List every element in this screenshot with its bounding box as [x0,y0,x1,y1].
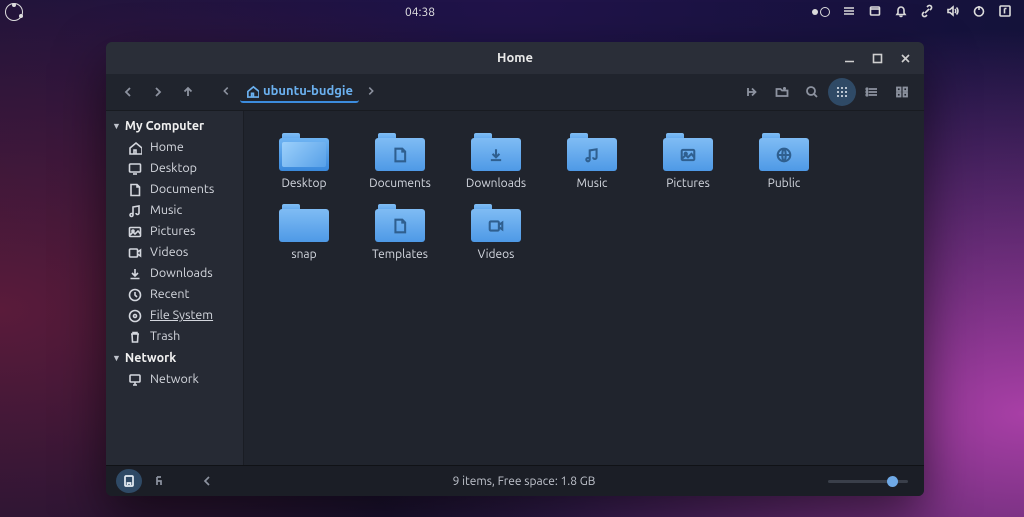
new-folder-button[interactable] [768,78,796,106]
sidebar: ▼My Computer HomeDesktopDocumentsMusicPi… [106,111,244,465]
folder-icon [567,133,617,171]
statusbar: 9 items, Free space: 1.8 GB [106,465,924,496]
folder-videos[interactable]: Videos [448,200,544,265]
sidebar-item-trash[interactable]: Trash [106,326,243,347]
network-icon [128,373,142,387]
maximize-button[interactable] [864,47,890,69]
folder-label: Music [577,177,608,190]
hide-sidebar-button[interactable] [194,469,220,493]
folder-icon [279,204,329,242]
zoom-slider[interactable] [828,480,908,483]
power-icon[interactable] [972,4,986,21]
file-manager-window: Home ubuntu-budgie ▼My Computer [106,42,924,496]
folder-icon [471,133,521,171]
sidebar-item-pictures[interactable]: Pictures [106,221,243,242]
network-indicator-icon[interactable] [920,4,934,21]
home-icon [246,85,259,98]
show-tree-button[interactable] [148,469,174,493]
view-compact-button[interactable] [888,78,916,106]
close-button[interactable] [892,47,918,69]
folder-label: Downloads [466,177,526,190]
sidebar-item-file-system[interactable]: File System [106,305,243,326]
video-icon [128,246,142,260]
folder-icon [663,133,713,171]
budgie-logo-icon [5,3,23,21]
folder-label: Documents [369,177,431,190]
music-icon [128,204,142,218]
disk-icon [128,309,142,323]
nav-forward-button[interactable] [144,78,172,106]
folder-grid[interactable]: Desktop Documents Downloads Music Pictures Pu… [244,111,924,465]
folder-music[interactable]: Music [544,129,640,194]
breadcrumb-prev-icon[interactable] [216,85,236,100]
files-indicator-icon[interactable] [868,4,882,21]
doc-icon [128,183,142,197]
sidebar-item-documents[interactable]: Documents [106,179,243,200]
nav-up-button[interactable] [174,78,202,106]
trash-icon [128,330,142,344]
caret-down-icon: ▼ [112,121,121,131]
folder-icon [759,133,809,171]
breadcrumb-label: ubuntu-budgie [263,84,353,98]
minimize-button[interactable] [836,47,862,69]
folder-label: snap [291,248,316,261]
sidebar-item-network[interactable]: Network [106,369,243,390]
notifications-icon[interactable] [894,4,908,21]
zoom-thumb[interactable] [887,476,898,487]
folder-desktop[interactable]: Desktop [256,129,352,194]
view-list-button[interactable] [858,78,886,106]
status-text: 9 items, Free space: 1.8 GB [226,475,822,488]
folder-icon [375,204,425,242]
sidebar-item-downloads[interactable]: Downloads [106,263,243,284]
volume-icon[interactable] [946,4,960,21]
sidebar-item-recent[interactable]: Recent [106,284,243,305]
download-icon [128,267,142,281]
toolbar: ubuntu-budgie [106,74,924,111]
titlebar[interactable]: Home [106,42,924,74]
view-icons-button[interactable] [828,78,856,106]
breadcrumb-segment-home[interactable]: ubuntu-budgie [240,81,359,103]
folder-label: Templates [372,248,428,261]
folder-icon [471,204,521,242]
nav-back-button[interactable] [114,78,142,106]
desktop-icon [128,162,142,176]
clock[interactable]: 04:38 [28,6,812,19]
sidebar-item-desktop[interactable]: Desktop [106,158,243,179]
search-button[interactable] [798,78,826,106]
session-icon[interactable] [998,4,1012,21]
folder-documents[interactable]: Documents [352,129,448,194]
sidebar-section-network[interactable]: ▼Network [106,347,243,369]
folder-templates[interactable]: Templates [352,200,448,265]
record-indicator-icon[interactable] [812,6,830,19]
folder-label: Desktop [281,177,326,190]
folder-label: Videos [478,248,515,261]
sidebar-item-home[interactable]: Home [106,137,243,158]
folder-icon [279,133,329,171]
pictures-icon [128,225,142,239]
sidebar-item-music[interactable]: Music [106,200,243,221]
window-title: Home [497,51,533,65]
sidebar-item-videos[interactable]: Videos [106,242,243,263]
folder-label: Pictures [666,177,710,190]
recent-icon [128,288,142,302]
sidebar-section-computer[interactable]: ▼My Computer [106,115,243,137]
caret-down-icon: ▼ [112,353,121,363]
menu-icon[interactable] [842,4,856,21]
show-places-button[interactable] [116,469,142,493]
folder-pictures[interactable]: Pictures [640,129,736,194]
breadcrumb: ubuntu-budgie [240,81,359,103]
folder-public[interactable]: Public [736,129,832,194]
folder-icon [375,133,425,171]
system-tray [812,4,1024,21]
folder-downloads[interactable]: Downloads [448,129,544,194]
home-icon [128,141,142,155]
folder-label: Public [768,177,801,190]
toggle-location-button[interactable] [738,78,766,106]
breadcrumb-next-icon[interactable] [361,85,381,100]
app-launcher[interactable] [0,3,28,21]
top-panel: 04:38 [0,0,1024,24]
folder-snap[interactable]: snap [256,200,352,265]
